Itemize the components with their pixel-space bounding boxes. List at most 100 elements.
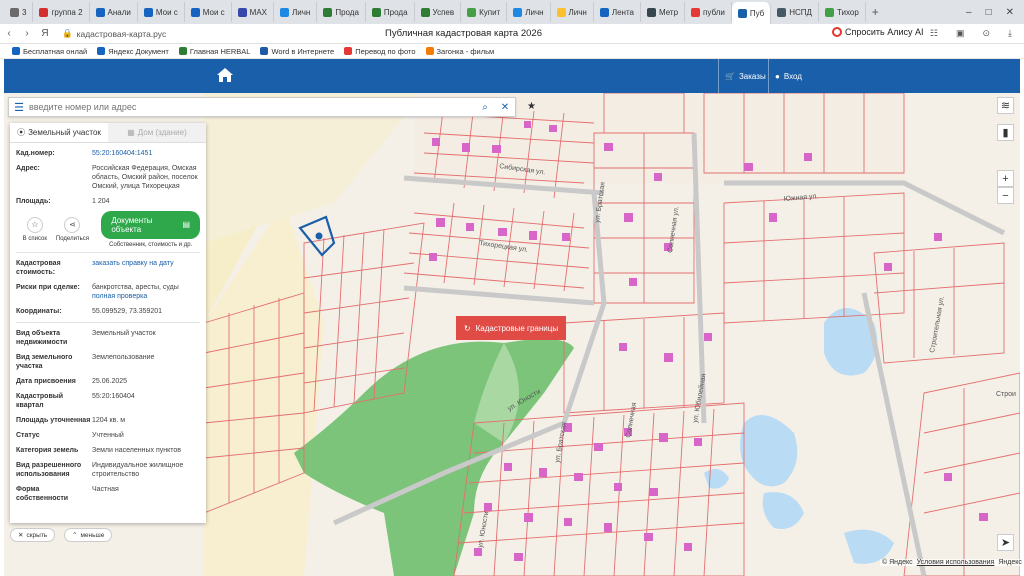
permitted-use-label: Вид разрешенного использования	[16, 462, 82, 478]
browser-tab[interactable]: 3	[4, 2, 34, 22]
date-value: 25.06.2025	[92, 378, 128, 385]
orders-button[interactable]: 🛒 Заказы	[718, 59, 772, 93]
extensions-icon[interactable]: ☷	[930, 28, 938, 39]
collections-icon[interactable]: ▣	[956, 28, 965, 39]
browser-tab-label: группа 2	[51, 7, 83, 17]
layers-icon[interactable]: ≋	[997, 97, 1014, 114]
forward-icon[interactable]: ›	[18, 28, 36, 39]
browser-tab-label: Мои с	[202, 7, 225, 17]
browser-tab-label: Личн	[292, 7, 311, 17]
coords-value: 55.099529, 73.359201	[92, 308, 163, 315]
zoom-out-label: −	[1002, 189, 1009, 202]
object-documents-button[interactable]: Документы объекта ▤	[101, 210, 201, 239]
browser-tab[interactable]: Анали	[90, 2, 138, 22]
cad-cost-label: Кадастровая стоимость:	[16, 260, 61, 276]
bookmark-item[interactable]: Яндекс Документ	[97, 47, 169, 56]
bookmark-item[interactable]: Загонка - фильм	[425, 47, 494, 56]
alisa-label: Спросить Алису AI	[845, 27, 924, 37]
zoom-in-button[interactable]: +	[997, 170, 1014, 187]
cart-icon: 🛒	[725, 71, 735, 81]
hide-panel-button[interactable]: ✕ скрыть	[10, 528, 56, 542]
add-to-list-button[interactable]: ☆ В список	[16, 216, 54, 242]
refresh-icon: ↻	[463, 323, 471, 333]
browser-tab[interactable]: Купит	[461, 2, 508, 22]
bookmark-item[interactable]: Перевод по фото	[344, 47, 416, 56]
bookmark-item[interactable]: Word в Интернете	[260, 47, 334, 56]
land-type-value: Землепользование	[92, 354, 155, 361]
home-icon[interactable]	[216, 67, 234, 83]
cadastral-boundaries-button[interactable]: ↻ Кадастровые границы	[456, 316, 566, 340]
profile-icon[interactable]: ⊙	[982, 28, 990, 39]
tab-favicon-icon	[691, 7, 701, 17]
minimize-icon[interactable]: –	[966, 7, 972, 18]
browser-tab[interactable]: Тихор	[819, 2, 866, 22]
browser-tab[interactable]: Успев	[415, 2, 462, 22]
login-button[interactable]: ● Вход	[768, 59, 808, 93]
bookmark-label: Яндекс Документ	[108, 46, 169, 56]
user-icon: ●	[775, 71, 780, 81]
status-value: Учтенный	[92, 432, 124, 439]
new-tab-button[interactable]: +	[866, 5, 885, 19]
browser-tab[interactable]: НСПД	[771, 2, 819, 22]
geolocation-icon[interactable]: ➤	[997, 534, 1014, 551]
terms-link[interactable]: Условия использования	[917, 559, 995, 566]
yandex-icon[interactable]: Я	[36, 28, 54, 39]
browser-tab[interactable]: группа 2	[33, 2, 90, 22]
share-button[interactable]: ⋖ Поделиться	[54, 216, 92, 242]
browser-tab[interactable]: Пуб	[731, 2, 772, 24]
bookmark-item[interactable]: Главная HERBAL	[178, 47, 250, 56]
search-input[interactable]	[29, 102, 475, 112]
browser-tab[interactable]: публи	[685, 2, 732, 22]
obj-type-label: Вид объекта недвижимости	[16, 330, 68, 346]
tab-favicon-icon	[777, 7, 787, 17]
browser-tab-label: MAX	[249, 7, 268, 17]
object-info-panel: ⦿ Земельный участок ▦ Дом (здание) Кад.ном…	[10, 123, 206, 523]
close-window-icon[interactable]: ✕	[1006, 7, 1014, 18]
browser-tab[interactable]: Мои с	[138, 2, 185, 22]
tab-favicon-icon	[371, 7, 381, 17]
street-label: Строи	[996, 391, 1016, 398]
browser-tab[interactable]: Личн	[507, 2, 551, 22]
browser-tab[interactable]: Прода	[366, 2, 415, 22]
browser-tab[interactable]: Прода	[317, 2, 366, 22]
tab-favicon-icon	[737, 8, 747, 18]
browser-tab[interactable]: Личн	[551, 2, 594, 22]
zoom-out-button[interactable]: −	[997, 187, 1014, 204]
download-icon[interactable]: ⤓	[1008, 28, 1012, 39]
browser-tab-label: Прода	[335, 7, 359, 17]
browser-tab[interactable]: Метр	[641, 2, 686, 22]
close-icon[interactable]: ✕	[495, 102, 515, 113]
tab-land-plot[interactable]: ⦿ Земельный участок	[10, 123, 108, 142]
window-controls: – □ ✕	[966, 7, 1024, 18]
docs-subtitle: Собственник, стоимость и др.	[109, 241, 193, 248]
tab-favicon-icon	[39, 7, 49, 17]
tab-favicon-icon	[824, 7, 834, 17]
ownership-label: Форма собственности	[16, 486, 69, 502]
back-icon[interactable]: ‹	[0, 28, 18, 39]
menu-icon[interactable]: ☰	[9, 101, 29, 114]
tab-building-label: Дом (здание)	[137, 128, 187, 137]
full-check-link[interactable]: полная проверка	[92, 292, 200, 301]
browser-address-bar: ‹ › Я 🔒 кадастровая-карта.рус Публичная …	[0, 24, 1024, 44]
cad-number-value[interactable]: 55:20:160404:1451	[92, 149, 200, 158]
favorite-star-icon[interactable]: ★	[527, 101, 536, 112]
bookmark-favicon-icon	[178, 47, 187, 55]
cad-cost-link[interactable]: заказать справку на дату	[92, 259, 200, 277]
url-field[interactable]: 🔒 кадастровая-карта.рус	[62, 28, 182, 39]
bookmark-item[interactable]: Бесплатная онлай	[12, 47, 87, 56]
less-button[interactable]: ⌃ меньше	[64, 528, 113, 542]
tab-building[interactable]: ▦ Дом (здание)	[108, 123, 206, 142]
alisa-button[interactable]: Спросить Алису AI	[832, 27, 924, 37]
spec-area-value: 1204 кв. м	[92, 417, 126, 424]
browser-tab[interactable]: Лента	[594, 2, 641, 22]
url-text: кадастровая-карта.рус	[76, 28, 167, 39]
search-icon[interactable]: ⌕	[475, 102, 495, 113]
legend-icon[interactable]: ▮	[997, 124, 1014, 141]
zoom-in-label: +	[1002, 172, 1009, 185]
orders-label: Заказы	[738, 71, 766, 81]
quarter-value: 55:20:160404	[92, 393, 135, 400]
browser-tab[interactable]: MAX	[232, 2, 275, 22]
browser-tab[interactable]: Личн	[274, 2, 318, 22]
browser-tab[interactable]: Мои с	[185, 2, 232, 22]
maximize-icon[interactable]: □	[986, 7, 992, 18]
